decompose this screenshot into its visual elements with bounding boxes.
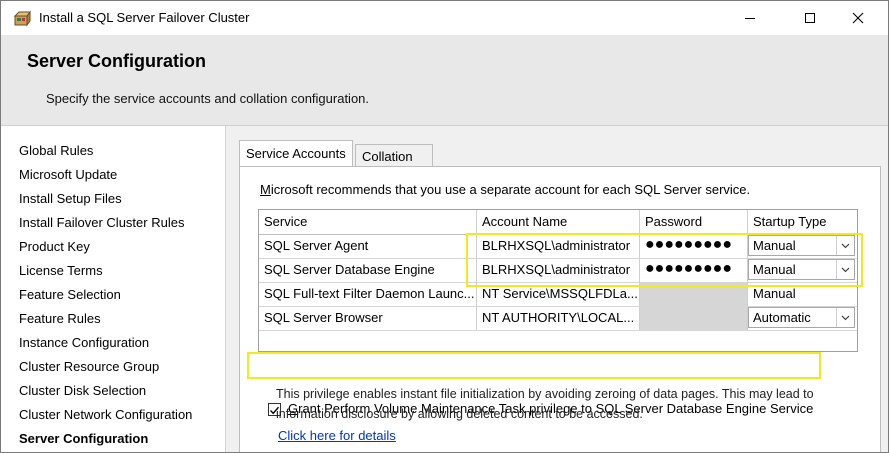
nav-item-server-configuration[interactable]: Server Configuration <box>19 431 148 446</box>
minimize-icon <box>745 18 755 19</box>
table-row[interactable]: SQL Server Agent BLRHXSQL\administrator … <box>259 234 857 259</box>
startup-type-cell: Manual <box>748 234 857 258</box>
chevron-down-icon[interactable] <box>836 260 854 279</box>
nav-item-cluster-resource-group[interactable]: Cluster Resource Group <box>19 359 159 374</box>
account-name-field[interactable]: BLRHXSQL\administrator <box>477 234 640 258</box>
nav-item-global-rules[interactable]: Global Rules <box>19 143 93 158</box>
column-header-service[interactable]: Service <box>259 210 477 234</box>
password-field-disabled <box>640 282 748 306</box>
tab-collation[interactable]: Collation <box>355 144 433 168</box>
nav-item-instance-configuration[interactable]: Instance Configuration <box>19 335 149 350</box>
window-title: Install a SQL Server Failover Cluster <box>39 10 250 25</box>
nav-item-microsoft-update[interactable]: Microsoft Update <box>19 167 117 182</box>
startup-type-value: Automatic <box>753 310 811 325</box>
recommendation-mnemonic: M <box>260 182 271 197</box>
minimize-button[interactable] <box>727 1 773 35</box>
service-name-cell: SQL Server Browser <box>259 306 477 330</box>
nav-item-feature-selection[interactable]: Feature Selection <box>19 287 121 302</box>
chevron-down-icon[interactable] <box>836 236 854 255</box>
nav-item-install-failover-cluster-rules[interactable]: Install Failover Cluster Rules <box>19 215 184 230</box>
nav-item-feature-rules[interactable]: Feature Rules <box>19 311 101 326</box>
privilege-description: This privilege enables instant file init… <box>276 387 814 421</box>
password-field[interactable]: ●●●●●●●●● <box>640 258 748 282</box>
page-subtitle: Specify the service accounts and collati… <box>46 91 370 106</box>
chevron-down-icon[interactable] <box>836 308 854 327</box>
nav-item-cluster-network-configuration[interactable]: Cluster Network Configuration <box>19 407 192 422</box>
wizard-steps-nav: Global Rules Microsoft Update Install Se… <box>1 126 226 452</box>
maximize-icon <box>805 13 815 23</box>
nav-item-cluster-disk-selection[interactable]: Cluster Disk Selection <box>19 383 146 398</box>
title-bar: Install a SQL Server Failover Cluster <box>1 1 888 35</box>
startup-type-value: Manual <box>753 262 796 277</box>
service-name-cell: SQL Server Database Engine <box>259 258 477 282</box>
tab-service-accounts[interactable]: Service Accounts <box>239 140 353 166</box>
column-header-account-name[interactable]: Account Name <box>477 210 640 234</box>
installer-window: Install a SQL Server Failover Cluster Se… <box>0 0 889 453</box>
startup-type-dropdown[interactable]: Manual <box>748 235 855 256</box>
page-title: Server Configuration <box>27 51 207 71</box>
grid-empty-area <box>259 330 857 351</box>
startup-type-dropdown[interactable]: Automatic <box>748 307 855 328</box>
table-row[interactable]: SQL Full-text Filter Daemon Launc... NT … <box>259 282 857 307</box>
recommendation-text: Microsoft recommends that you use a sepa… <box>260 182 750 197</box>
nav-item-license-terms[interactable]: License Terms <box>19 263 103 278</box>
startup-type-cell: Manual <box>748 258 857 282</box>
startup-type-value: Manual <box>753 286 796 301</box>
maximize-button[interactable] <box>787 1 833 35</box>
service-name-cell: SQL Full-text Filter Daemon Launc... <box>259 282 477 306</box>
nav-item-product-key[interactable]: Product Key <box>19 239 90 254</box>
grid-header: Service Account Name Password Startup Ty… <box>259 210 857 235</box>
table-row[interactable]: SQL Server Database Engine BLRHXSQL\admi… <box>259 258 857 283</box>
service-accounts-grid: Service Account Name Password Startup Ty… <box>258 209 858 352</box>
password-field-disabled <box>640 306 748 330</box>
recommendation-rest: icrosoft recommends that you use a separ… <box>270 182 751 197</box>
column-header-startup-type[interactable]: Startup Type <box>748 210 857 234</box>
account-name-field: NT AUTHORITY\LOCAL... <box>477 306 640 330</box>
table-row[interactable]: SQL Server Browser NT AUTHORITY\LOCAL...… <box>259 306 857 331</box>
service-name-cell: SQL Server Agent <box>259 234 477 258</box>
details-link[interactable]: Click here for details <box>278 428 396 443</box>
startup-type-value: Manual <box>753 238 796 253</box>
startup-type-cell: Automatic <box>748 306 857 330</box>
page-header: Server Configuration Specify the service… <box>1 35 888 126</box>
close-button[interactable] <box>835 1 881 35</box>
close-icon <box>852 12 864 24</box>
startup-type-dropdown[interactable]: Manual <box>748 259 855 280</box>
password-field[interactable]: ●●●●●●●●● <box>640 234 748 258</box>
column-header-password[interactable]: Password <box>640 210 748 234</box>
setup-box-icon <box>13 9 31 27</box>
account-name-field: NT Service\MSSQLFDLa... <box>477 282 640 306</box>
account-name-field[interactable]: BLRHXSQL\administrator <box>477 258 640 282</box>
nav-item-install-setup-files[interactable]: Install Setup Files <box>19 191 122 206</box>
